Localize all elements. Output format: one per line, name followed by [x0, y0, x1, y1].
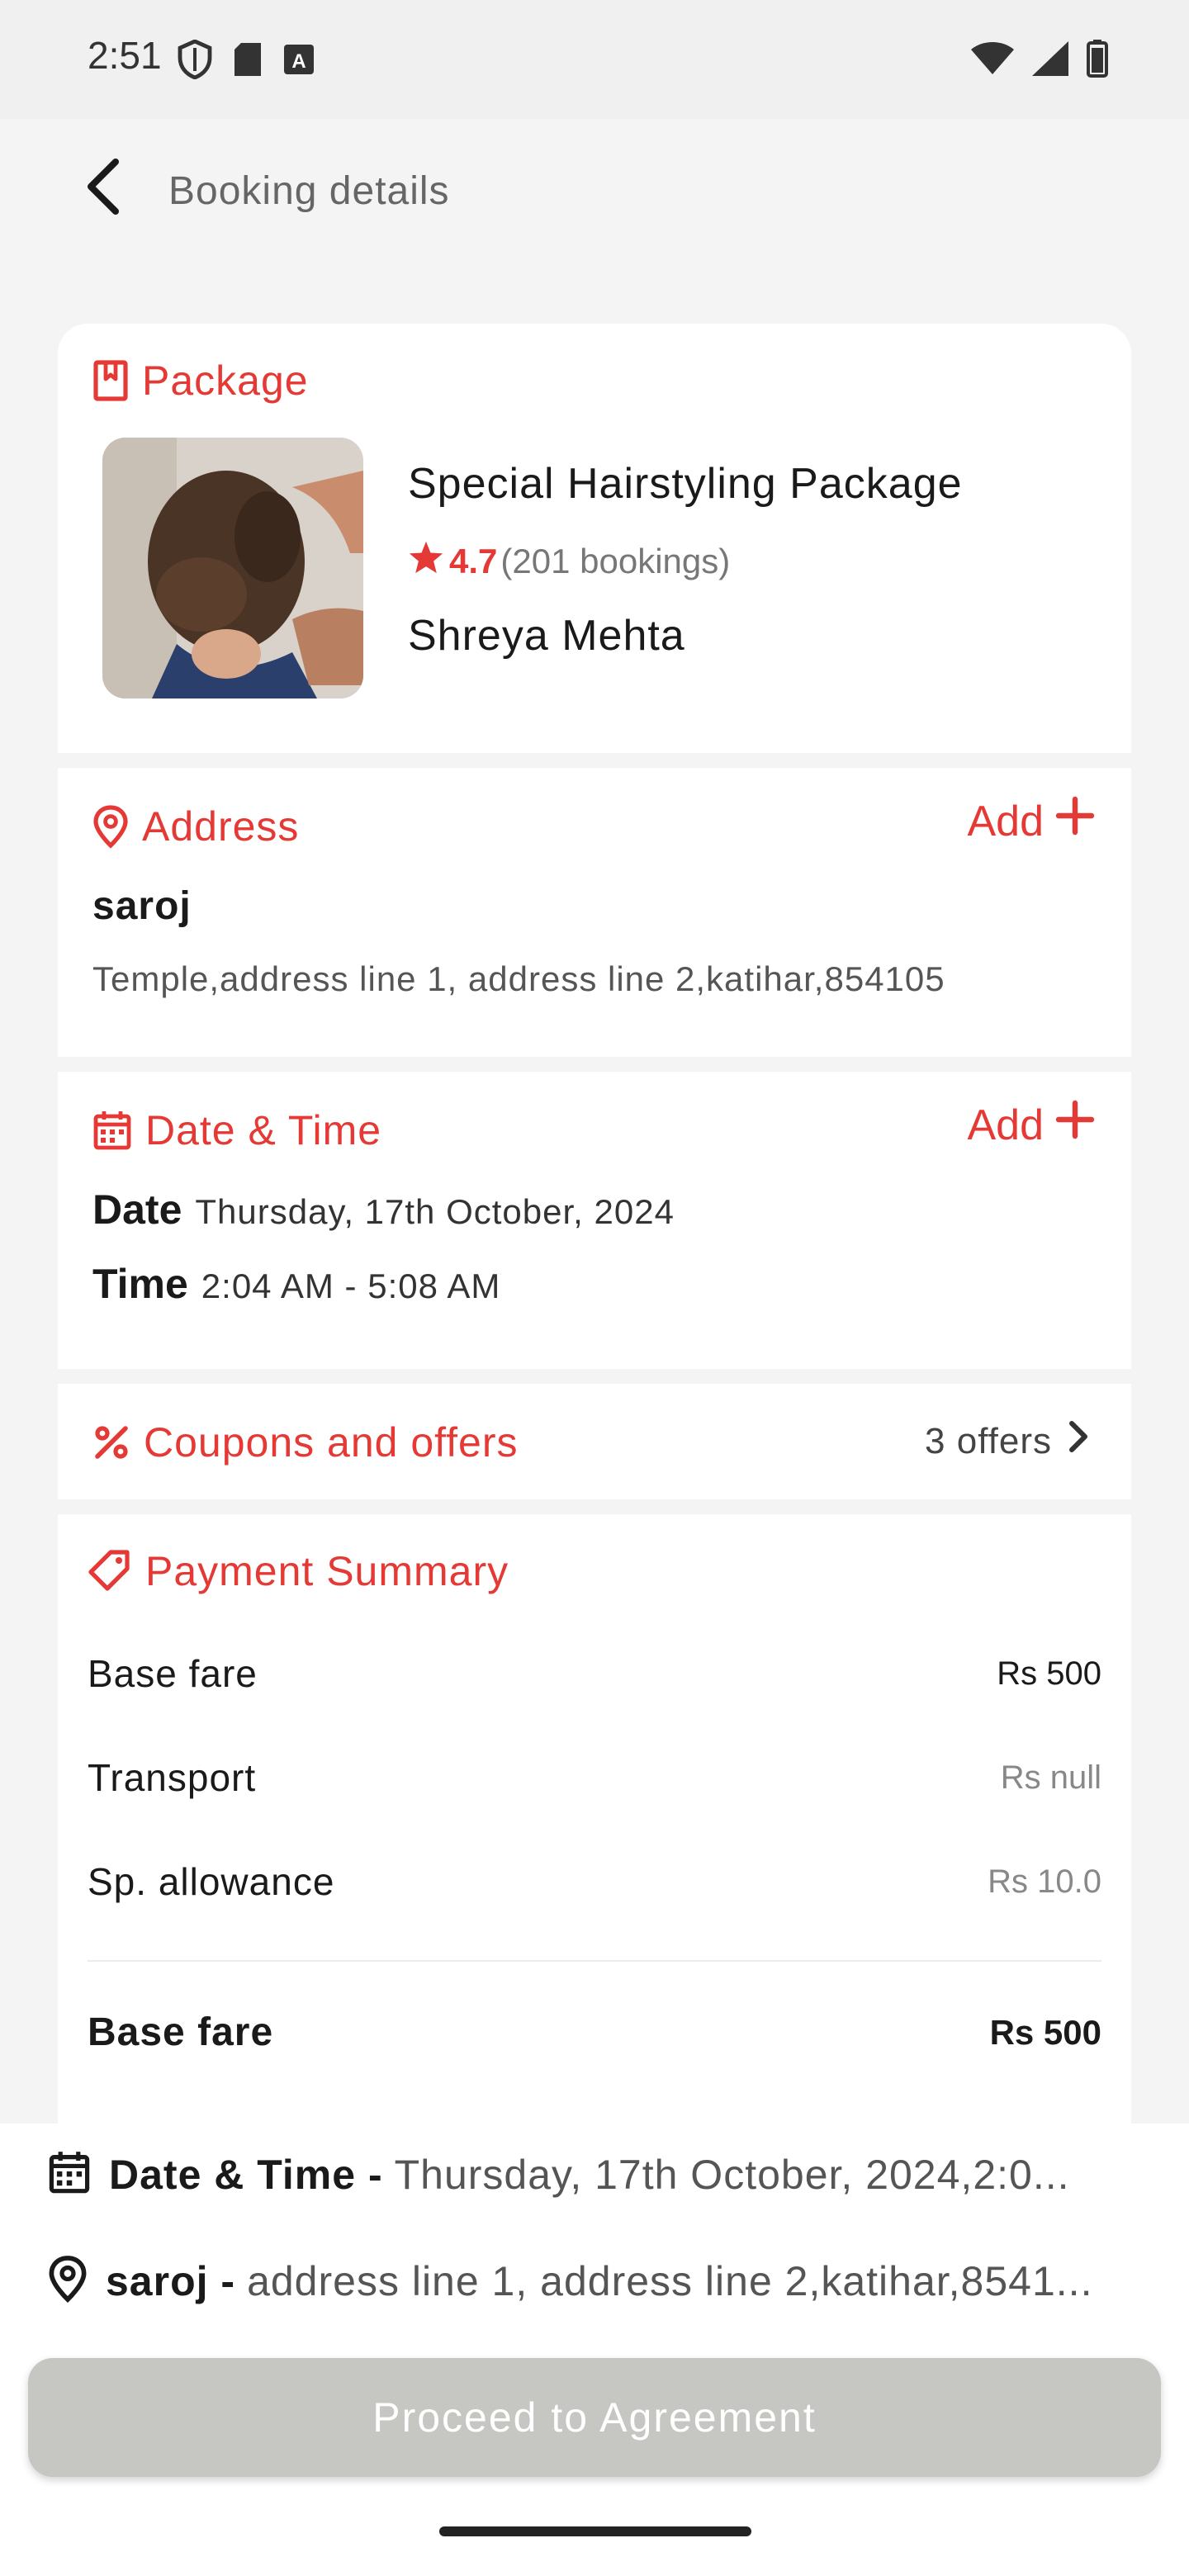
datetime-section-header: Date & Time	[92, 1106, 381, 1154]
address-card: Address Add saroj Temple,address line 1,…	[58, 768, 1131, 1057]
payment-total-row: Base fare Rs 500	[88, 2010, 1101, 2055]
offers-link[interactable]: 3 offers	[925, 1420, 1090, 1462]
shield-icon	[177, 39, 213, 83]
summary-datetime-row: Date & Time - Thursday, 17th October, 20…	[48, 2150, 1141, 2199]
payment-summary-card: Payment Summary Base fare Rs 500 Transpo…	[58, 1514, 1131, 2125]
location-pin-icon	[92, 804, 129, 849]
price-tag-icon	[88, 1549, 132, 1593]
chevron-right-icon	[1068, 1420, 1090, 1462]
coupons-card[interactable]: Coupons and offers 3 offers	[58, 1384, 1131, 1499]
payment-row-base-fare: Base fare Rs 500	[88, 1651, 1101, 1696]
svg-text:A: A	[291, 50, 306, 73]
payment-row-value: Rs null	[1000, 1759, 1101, 1796]
payment-section-title: Payment Summary	[145, 1548, 509, 1594]
address-section-header: Address	[92, 803, 299, 850]
rating-value: 4.7	[449, 542, 498, 580]
payment-row-label: Sp. allowance	[88, 1860, 335, 1903]
add-address-label: Add	[967, 797, 1044, 845]
add-datetime-label: Add	[967, 1101, 1044, 1149]
summary-address-row: saroj - address line 1, address line 2,k…	[48, 2254, 1141, 2308]
package-section-header: Package	[92, 357, 309, 405]
address-name: saroj	[92, 884, 192, 928]
arrow-back-icon	[83, 158, 122, 219]
plus-icon	[1055, 1100, 1095, 1150]
bookmark-icon	[92, 359, 129, 402]
payment-row-label: Transport	[88, 1756, 257, 1799]
wifi-icon	[971, 41, 1014, 80]
datetime-card: Date & Time Add Date Thursday, 17th Octo…	[58, 1072, 1131, 1369]
package-section-title: Package	[142, 358, 309, 404]
offers-count: 3 offers	[925, 1420, 1052, 1461]
payment-row-value: Rs 10.0	[988, 1863, 1101, 1900]
summary-address-value: address line 1, address line 2,katihar,8…	[247, 2257, 1093, 2304]
payment-row-value: Rs 500	[997, 1655, 1101, 1692]
coupons-section-title: Coupons and offers	[144, 1419, 519, 1466]
payment-row-transport: Transport Rs null	[88, 1755, 1101, 1800]
package-name: Special Hairstyling Package	[408, 460, 963, 508]
location-pin-icon	[48, 2254, 88, 2308]
time-value: 2:04 AM - 5:08 AM	[201, 1267, 501, 1305]
star-icon	[408, 540, 444, 583]
summary-datetime-value: Thursday, 17th October, 2024,2:0...	[394, 2151, 1070, 2198]
add-address-button[interactable]: Add	[967, 796, 1095, 846]
app-bar: Booking details	[0, 119, 1189, 264]
keyboard-a-icon: A	[282, 43, 315, 80]
add-datetime-button[interactable]: Add	[967, 1100, 1095, 1150]
package-rating: 4.7 (201 bookings)	[408, 540, 730, 583]
address-section-title: Address	[142, 803, 300, 850]
artist-name: Shreya Mehta	[408, 612, 685, 660]
bottom-summary-sheet: Date & Time - Thursday, 17th October, 20…	[0, 2124, 1189, 2576]
coupons-section-header: Coupons and offers	[92, 1418, 519, 1466]
package-image	[102, 438, 363, 698]
payment-section-header: Payment Summary	[88, 1547, 509, 1595]
summary-datetime-label: Date & Time -	[109, 2151, 383, 2198]
page-title: Booking details	[168, 169, 450, 213]
date-value: Thursday, 17th October, 2024	[195, 1192, 675, 1231]
payment-row-label: Base fare	[88, 1652, 258, 1695]
bookings-count: (201 bookings)	[500, 542, 731, 580]
proceed-to-agreement-button[interactable]: Proceed to Agreement	[28, 2358, 1161, 2477]
status-icons-right	[971, 40, 1108, 82]
calendar-icon	[48, 2150, 91, 2199]
datetime-section-title: Date & Time	[145, 1107, 382, 1153]
status-icons-left: A	[177, 39, 315, 83]
battery-icon	[1087, 40, 1108, 82]
summary-address-label: saroj -	[106, 2257, 236, 2304]
date-row: Date Thursday, 17th October, 2024	[92, 1186, 675, 1234]
calendar-icon	[92, 1110, 132, 1151]
status-bar: 2:51 A	[0, 0, 1189, 119]
package-card[interactable]: Package Special Hairstyling Package 4.7 …	[58, 324, 1131, 753]
time-label: Time	[92, 1261, 188, 1307]
status-time: 2:51	[88, 34, 162, 77]
time-row: Time 2:04 AM - 5:08 AM	[92, 1260, 500, 1308]
plus-icon	[1055, 796, 1095, 846]
sd-card-icon	[231, 41, 264, 82]
payment-row-allowance: Sp. allowance Rs 10.0	[88, 1859, 1101, 1904]
date-label: Date	[92, 1186, 182, 1233]
payment-total-label: Base fare	[88, 2010, 274, 2054]
signal-icon	[1032, 41, 1068, 80]
percent-icon	[92, 1423, 130, 1461]
divider	[88, 1960, 1101, 1962]
address-line: Temple,address line 1, address line 2,ka…	[92, 959, 945, 998]
back-button[interactable]	[69, 155, 135, 221]
payment-total-value: Rs 500	[989, 2012, 1101, 2052]
home-indicator	[439, 2526, 751, 2536]
